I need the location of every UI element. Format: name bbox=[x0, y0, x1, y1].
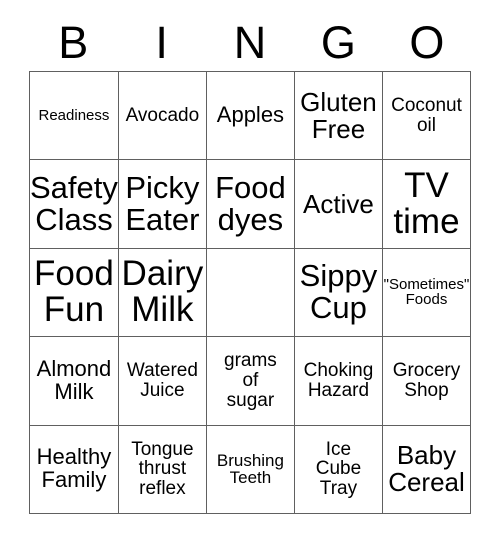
bingo-cell-g5[interactable]: Ice Cube Tray bbox=[294, 425, 383, 514]
bingo-cell-label: Coconut oil bbox=[391, 94, 462, 136]
bingo-cell-b4[interactable]: Almond Milk bbox=[30, 337, 119, 426]
bingo-cell-o2[interactable]: TV time bbox=[382, 160, 471, 249]
bingo-header-letter-i: I bbox=[155, 16, 168, 68]
bingo-cell-o3[interactable]: "Sometimes" Foods bbox=[382, 248, 471, 338]
bingo-cell-label: Almond Milk bbox=[36, 356, 112, 404]
bingo-header-row: B I N G O bbox=[29, 14, 471, 70]
bingo-cell-g3[interactable]: Sippy Cup bbox=[294, 248, 383, 338]
bingo-cell-b1[interactable]: Readiness bbox=[30, 72, 119, 161]
bingo-cell-label: Avocado bbox=[125, 104, 200, 126]
bingo-cell-b2[interactable]: Safety Class bbox=[30, 160, 119, 249]
bingo-cell-label: Readiness bbox=[38, 106, 110, 124]
bingo-header-letter-b: B bbox=[58, 16, 89, 68]
bingo-cell-i2[interactable]: Picky Eater bbox=[118, 160, 207, 249]
bingo-cell-label: TV time bbox=[393, 165, 460, 242]
bingo-cell-label: "Sometimes" Foods bbox=[383, 275, 470, 309]
bingo-cell-label: Brushing Teeth bbox=[216, 450, 284, 488]
bingo-cell-label: Watered Juice bbox=[126, 360, 198, 401]
bingo-cell-label: Apples bbox=[216, 102, 285, 128]
bingo-cell-b5[interactable]: Healthy Family bbox=[30, 425, 119, 514]
bingo-cell-free-space[interactable] bbox=[206, 248, 295, 338]
bingo-header-letter-o: O bbox=[409, 16, 445, 68]
bingo-cell-label: Food dyes bbox=[215, 169, 286, 238]
bingo-cell-i4[interactable]: Watered Juice bbox=[118, 337, 207, 426]
bingo-cell-n5[interactable]: Brushing Teeth bbox=[206, 425, 295, 514]
bingo-cell-i1[interactable]: Avocado bbox=[118, 72, 207, 161]
bingo-cell-label: Sippy Cup bbox=[299, 258, 378, 326]
bingo-cell-o5[interactable]: Baby Cereal bbox=[382, 425, 471, 514]
bingo-cell-g2[interactable]: Active bbox=[294, 160, 383, 249]
bingo-cell-label: Picky Eater bbox=[125, 169, 200, 238]
bingo-cell-label: Safety Class bbox=[30, 169, 118, 238]
bingo-cell-g4[interactable]: Choking Hazard bbox=[294, 337, 383, 426]
bingo-cell-g1[interactable]: Gluten Free bbox=[294, 72, 383, 161]
bingo-cell-label: Gluten Free bbox=[300, 86, 377, 144]
bingo-cell-label: grams of sugar bbox=[224, 350, 277, 411]
bingo-cell-label: Grocery Shop bbox=[392, 360, 461, 401]
bingo-cell-o1[interactable]: Coconut oil bbox=[382, 72, 471, 161]
bingo-cell-i5[interactable]: Tongue thrust reflex bbox=[118, 425, 207, 514]
bingo-cell-label: Tongue thrust reflex bbox=[131, 438, 194, 500]
bingo-grid: Readiness Avocado Apples Gluten Free Coc… bbox=[29, 71, 471, 514]
bingo-cell-i3[interactable]: Dairy Milk bbox=[118, 248, 207, 338]
bingo-cell-label: Choking Hazard bbox=[303, 360, 374, 401]
bingo-cell-n2[interactable]: Food dyes bbox=[206, 160, 295, 249]
bingo-cell-label: Active bbox=[303, 188, 374, 219]
bingo-cell-label: Healthy Family bbox=[36, 444, 112, 493]
bingo-cell-label: Baby Cereal bbox=[388, 440, 465, 498]
bingo-cell-n1[interactable]: Apples bbox=[206, 72, 295, 161]
bingo-header-letter-n: N bbox=[233, 16, 267, 68]
bingo-cell-label: Food Fun bbox=[34, 254, 114, 330]
bingo-card: B I N G O Readiness Avocado Apples Glute… bbox=[0, 0, 500, 544]
bingo-header-letter-g: G bbox=[320, 16, 356, 68]
bingo-cell-label: Ice Cube Tray bbox=[315, 438, 362, 500]
bingo-cell-b3[interactable]: Food Fun bbox=[30, 248, 119, 338]
bingo-cell-n4[interactable]: grams of sugar bbox=[206, 337, 295, 426]
bingo-cell-label: Dairy Milk bbox=[121, 254, 204, 330]
bingo-cell-o4[interactable]: Grocery Shop bbox=[382, 337, 471, 426]
